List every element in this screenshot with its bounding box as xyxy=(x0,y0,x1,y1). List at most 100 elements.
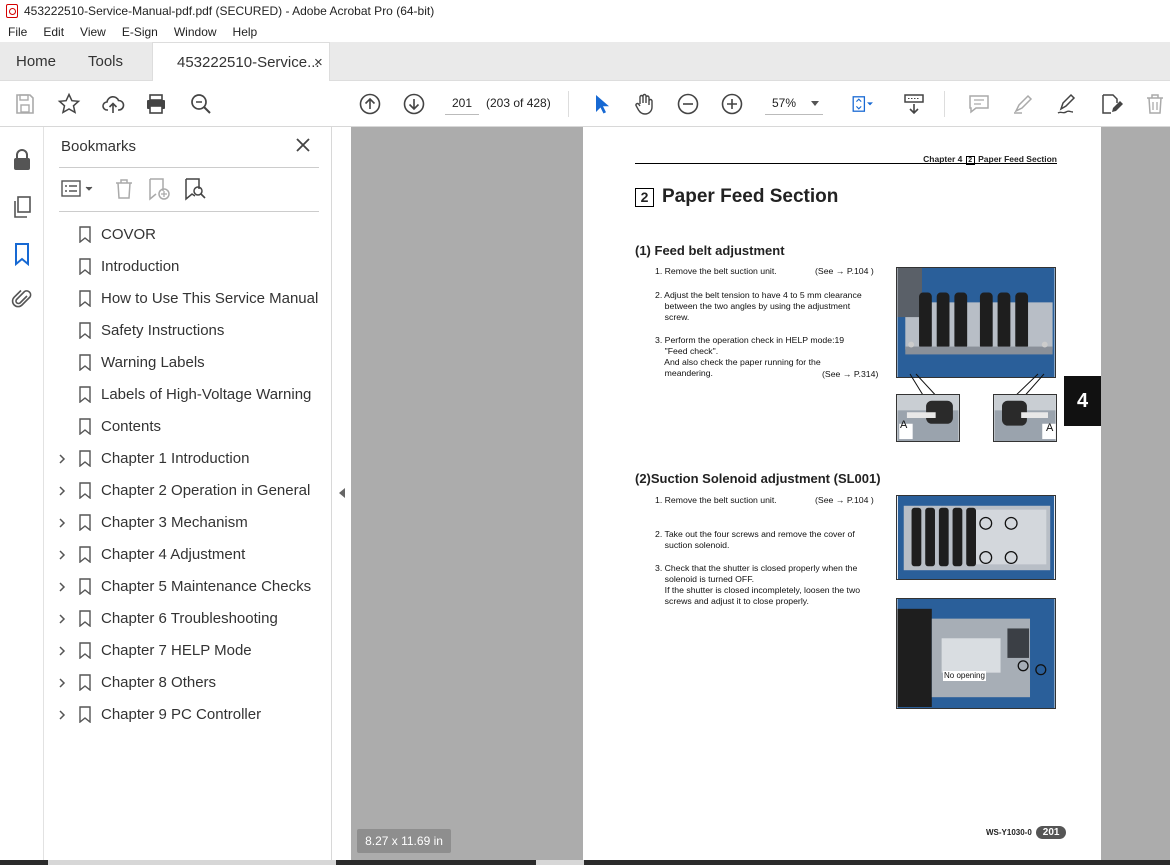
collapse-panel-icon[interactable] xyxy=(339,488,345,498)
bookmark-item[interactable]: Chapter 3 Mechanism xyxy=(45,507,332,539)
page-number-input[interactable]: 201 xyxy=(445,91,479,115)
menu-edit[interactable]: Edit xyxy=(35,25,72,39)
bookmark-icon xyxy=(79,226,91,243)
scroll-mode-button[interactable] xyxy=(900,90,928,118)
pdf-page: Chapter 4 2 Paper Feed Section 2 Paper F… xyxy=(583,127,1101,860)
bookmarks-panel: Bookmarks COVOR Introduction How to Use Th… xyxy=(45,127,332,860)
bookmark-label: COVOR xyxy=(101,226,157,243)
bookmark-item[interactable]: Chapter 8 Others xyxy=(45,667,332,699)
label-a-left: A xyxy=(900,419,908,431)
acrobat-logo-icon xyxy=(6,4,18,18)
pen-sign-icon xyxy=(1057,93,1076,114)
panel-splitter[interactable] xyxy=(332,127,351,860)
trash-icon xyxy=(1147,94,1163,114)
tab-close-icon[interactable]: × xyxy=(314,54,323,71)
bookmarks-toolbar xyxy=(61,175,207,203)
attachments-rail-button[interactable] xyxy=(10,287,34,311)
chevron-right-icon[interactable] xyxy=(57,486,67,496)
new-bookmark-icon[interactable] xyxy=(147,177,173,201)
bookmark-item[interactable]: Labels of High-Voltage Warning xyxy=(45,379,332,411)
bookmark-icon xyxy=(79,706,91,723)
bookmark-item[interactable]: How to Use This Service Manual xyxy=(45,283,332,315)
page-title: 2 Paper Feed Section xyxy=(635,186,838,208)
toolbar-divider xyxy=(944,91,945,117)
header-rule xyxy=(635,163,1057,164)
edit-pdf-button[interactable] xyxy=(1097,90,1125,118)
page-thumbnails-rail-button[interactable] xyxy=(10,195,34,219)
bookmark-label: Contents xyxy=(101,418,162,435)
options-menu-icon[interactable] xyxy=(61,178,97,200)
document-viewer[interactable]: 8.27 x 11.69 in Chapter 4 2 Paper Feed S… xyxy=(351,127,1170,860)
close-icon[interactable] xyxy=(295,137,311,153)
highlight-button[interactable] xyxy=(1009,90,1037,118)
chevron-right-icon[interactable] xyxy=(57,646,67,656)
chevron-right-icon[interactable] xyxy=(57,454,67,464)
section2-step2: 2. Take out the four screws and remove t… xyxy=(655,529,855,550)
bookmark-label: Labels of High-Voltage Warning xyxy=(101,386,312,403)
previous-page-button[interactable] xyxy=(356,90,384,118)
bookmark-item[interactable]: Chapter 1 Introduction xyxy=(45,443,332,475)
bookmark-item[interactable]: Chapter 2 Operation in General xyxy=(45,475,332,507)
bookmark-icon xyxy=(79,258,91,275)
comment-button[interactable] xyxy=(965,90,993,118)
bookmark-item[interactable]: Chapter 6 Troubleshooting xyxy=(45,603,332,635)
tab-document[interactable]: 453222510-Service... × xyxy=(152,42,330,82)
menu-view[interactable]: View xyxy=(72,25,114,39)
find-button[interactable] xyxy=(187,90,215,118)
chevron-right-icon[interactable] xyxy=(57,550,67,560)
bookmark-label: Safety Instructions xyxy=(101,322,225,339)
pages-icon xyxy=(14,196,31,218)
sign-button[interactable] xyxy=(1053,90,1081,118)
bookmark-item[interactable]: Chapter 9 PC Controller xyxy=(45,699,332,731)
print-button[interactable] xyxy=(142,90,170,118)
chevron-right-icon[interactable] xyxy=(57,678,67,688)
tab-tools[interactable]: Tools xyxy=(88,42,123,81)
bookmark-item[interactable]: Contents xyxy=(45,411,332,443)
zoom-out-button[interactable] xyxy=(674,90,702,118)
security-rail-button[interactable] xyxy=(10,148,34,172)
section1-step3-ref: (See → P.314) xyxy=(822,369,879,379)
delete-bookmark-icon[interactable] xyxy=(113,177,135,201)
find-bookmark-icon[interactable] xyxy=(183,177,207,201)
navigation-rail xyxy=(0,127,44,860)
paperclip-icon xyxy=(11,289,32,308)
bookmark-icon xyxy=(79,674,91,691)
chevron-right-icon[interactable] xyxy=(57,710,67,720)
tab-home[interactable]: Home xyxy=(16,42,56,81)
hand-tool-button[interactable] xyxy=(630,90,658,118)
fit-page-button[interactable] xyxy=(844,90,880,118)
bookmark-item[interactable]: Warning Labels xyxy=(45,347,332,379)
bookmarks-rail-button[interactable] xyxy=(10,242,34,266)
bookmark-list: COVOR Introduction How to Use This Service… xyxy=(45,219,332,731)
section2-step1: 1. Remove the belt suction unit. xyxy=(655,495,777,505)
upload-button[interactable] xyxy=(99,90,127,118)
bookmark-star-button[interactable] xyxy=(55,90,83,118)
delete-button[interactable] xyxy=(1141,90,1169,118)
bookmark-item[interactable]: Chapter 5 Maintenance Checks xyxy=(45,571,332,603)
bookmark-item[interactable]: Chapter 7 HELP Mode xyxy=(45,635,332,667)
solenoid-cover-photo xyxy=(896,495,1056,580)
save-button[interactable] xyxy=(11,90,39,118)
chevron-right-icon[interactable] xyxy=(57,614,67,624)
chevron-right-icon[interactable] xyxy=(57,518,67,528)
bookmark-item[interactable]: COVOR xyxy=(45,219,332,251)
bookmark-item[interactable]: Introduction xyxy=(45,251,332,283)
bookmark-item[interactable]: Chapter 4 Adjustment xyxy=(45,539,332,571)
menu-esign[interactable]: E-Sign xyxy=(114,25,166,39)
section1-step3: 3. Perform the operation check in HELP m… xyxy=(655,335,845,378)
zoom-in-button[interactable] xyxy=(718,90,746,118)
bookmark-item[interactable]: Safety Instructions xyxy=(45,315,332,347)
bookmark-icon xyxy=(15,243,29,266)
hand-icon xyxy=(635,93,653,115)
bookmark-label: Introduction xyxy=(101,258,180,275)
bookmark-icon xyxy=(79,354,91,371)
page-size-badge: 8.27 x 11.69 in xyxy=(357,829,451,853)
menu-window[interactable]: Window xyxy=(166,25,225,39)
menu-help[interactable]: Help xyxy=(225,25,266,39)
taskbar-segment xyxy=(536,860,584,865)
select-tool-button[interactable] xyxy=(587,90,615,118)
menu-file[interactable]: File xyxy=(0,25,35,39)
next-page-button[interactable] xyxy=(400,90,428,118)
zoom-level-dropdown[interactable]: 57% xyxy=(765,91,823,115)
chevron-right-icon[interactable] xyxy=(57,582,67,592)
